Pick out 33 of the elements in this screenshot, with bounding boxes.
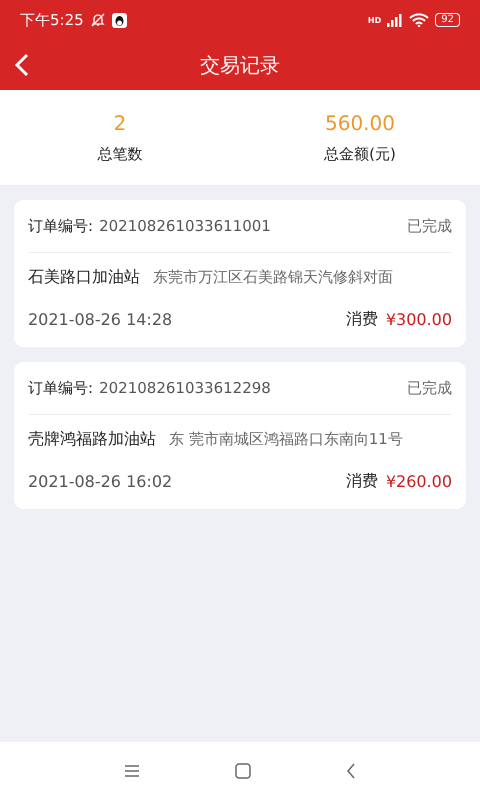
back-icon[interactable] [346,763,356,779]
summary-label: 总笔数 [98,145,142,164]
order-card[interactable]: 订单编号: 202108261033611001 已完成 石美路口加油站 东莞市万江区石美路锦天汽修斜对面 2021-08-26 14:28 消费 ¥300.00 [14,200,466,347]
app-icon [112,12,127,28]
bell-muted-icon [90,12,106,28]
station-name: 石美路口加油站 [28,266,140,288]
home-icon[interactable] [235,763,251,779]
station-name: 壳牌鸿福路加油站 [28,428,156,450]
order-time: 2021-08-26 16:02 [28,472,172,490]
station-address: 东 莞市南城区鸿福路口东南向11号 [169,430,403,448]
order-status: 已完成 [407,378,452,398]
order-time: 2021-08-26 14:28 [28,310,172,328]
page-title: 交易记录 [200,52,280,78]
order-label: 订单编号: [28,216,94,236]
summary-value: 2 [114,111,126,135]
order-status: 已完成 [407,216,452,236]
status-time: 下午5:25 [20,10,84,30]
amount-label: 消费 [346,470,378,492]
menu-icon[interactable] [124,764,140,778]
order-number: 202108261033611001 [99,217,271,235]
battery-level: 92 [435,13,460,27]
order-card[interactable]: 订单编号: 202108261033612298 已完成 壳牌鸿福路加油站 东 莞市南城区鸿福路口东南向11号 2021-08-26 16:02 消费 ¥260.00 [14,362,466,509]
network-label: HD [368,16,382,24]
wifi-icon [409,13,430,27]
summary-label: 总金额(元) [324,145,396,164]
order-label: 订单编号: [28,378,94,398]
station-address: 东莞市万江区石美路锦天汽修斜对面 [153,268,393,286]
order-number: 202108261033612298 [99,379,271,397]
summary-value: 560.00 [325,111,395,135]
amount-value: ¥300.00 [386,310,452,328]
amount-value: ¥260.00 [386,472,452,490]
signal-icon [387,14,404,26]
amount-label: 消费 [346,308,378,330]
